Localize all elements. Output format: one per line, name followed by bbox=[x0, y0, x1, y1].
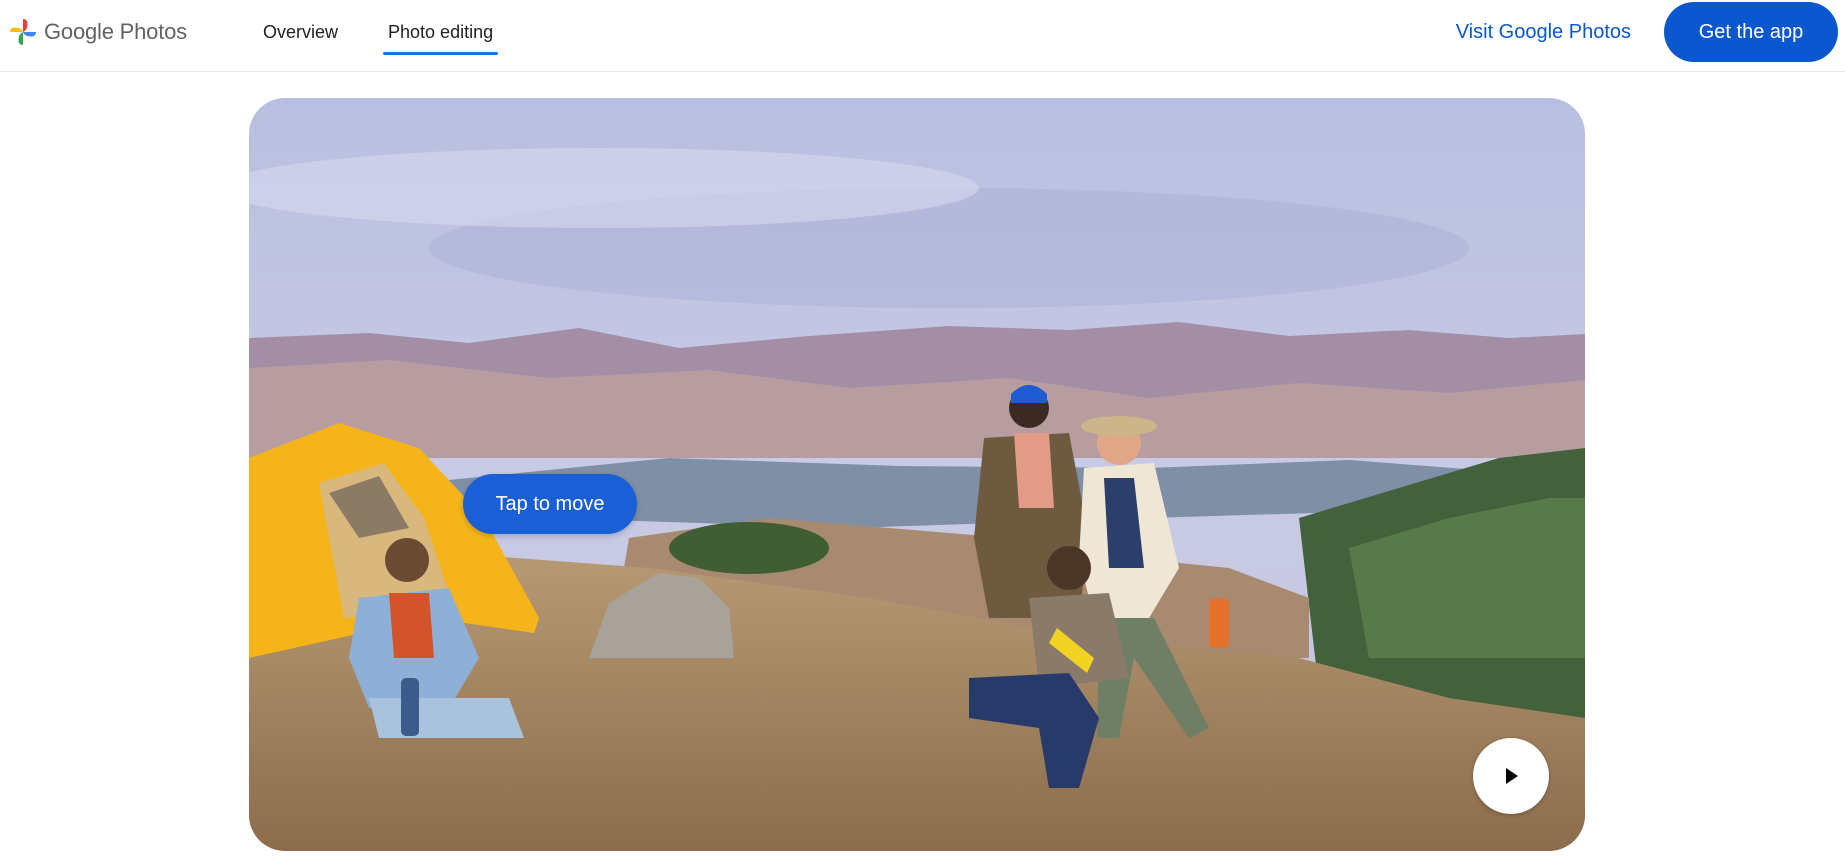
nav-photo-editing[interactable]: Photo editing bbox=[383, 0, 499, 72]
play-icon bbox=[1506, 768, 1518, 784]
hero-photo: Tap to move bbox=[249, 98, 1585, 851]
play-button[interactable] bbox=[1473, 738, 1549, 814]
nav-overview[interactable]: Overview bbox=[263, 0, 338, 72]
google-photos-logo[interactable]: Google Photos bbox=[8, 17, 187, 47]
site-header: Google Photos Overview Photo editing Vis… bbox=[0, 0, 1845, 72]
pinwheel-icon bbox=[10, 19, 36, 45]
get-the-app-button[interactable]: Get the app bbox=[1664, 2, 1838, 62]
main-nav: Overview Photo editing bbox=[263, 0, 543, 72]
tap-to-move-button[interactable]: Tap to move bbox=[463, 474, 637, 534]
visit-google-photos-link[interactable]: Visit Google Photos bbox=[1456, 0, 1631, 64]
camping-photo-illustration bbox=[249, 98, 1585, 851]
logo-wordmark: Google Photos bbox=[44, 19, 187, 44]
